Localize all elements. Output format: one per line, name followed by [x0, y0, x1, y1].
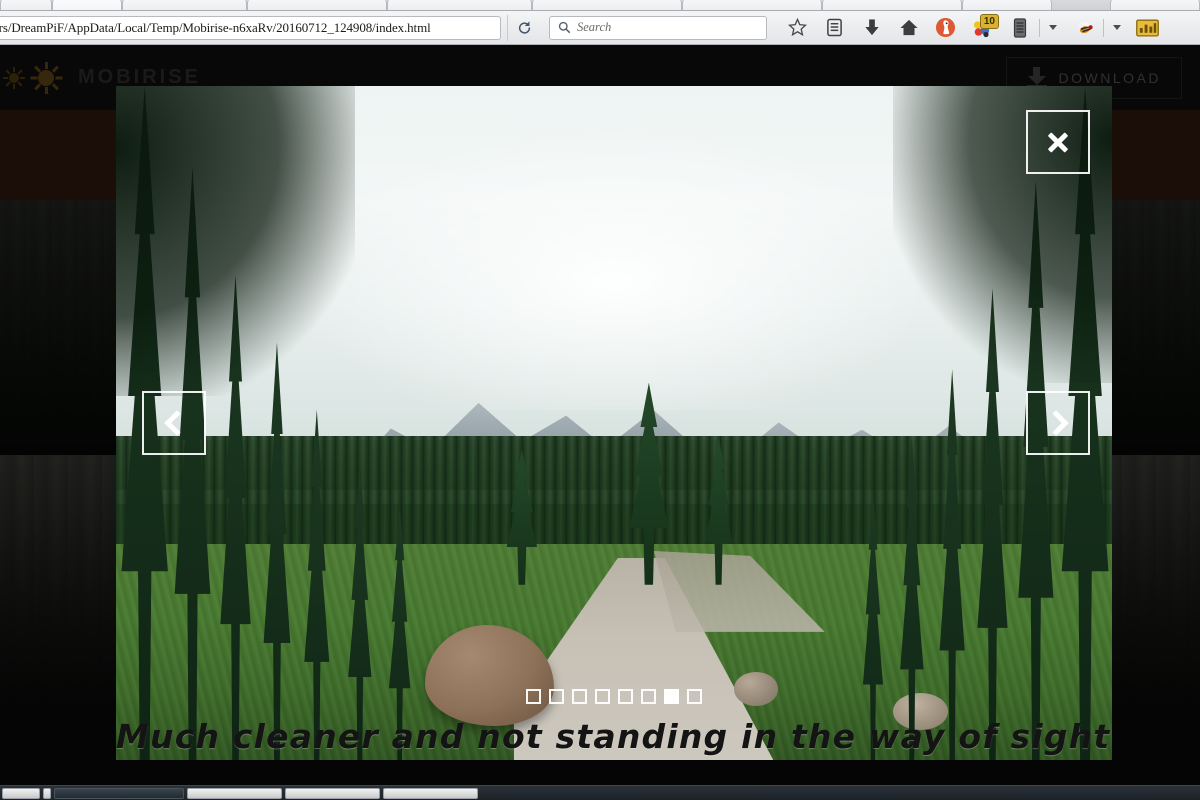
reload-icon — [518, 21, 531, 34]
dropdown-caret-icon[interactable] — [1041, 13, 1065, 43]
lightbox-photo — [116, 86, 1112, 760]
photo-canopy-left — [116, 86, 356, 397]
chevron-down-icon — [1049, 25, 1057, 30]
reload-button[interactable] — [507, 14, 541, 41]
colored-bubbles-icon[interactable]: 10 — [964, 13, 1001, 43]
search-icon — [558, 21, 571, 34]
search-placeholder: Search — [577, 20, 612, 34]
toolbar-divider — [1039, 18, 1040, 37]
address-bar-url: ers/DreamPiF/AppData/Local/Temp/Mobirise… — [0, 19, 431, 35]
taskbar-button-5[interactable] — [285, 787, 380, 799]
browser-tab[interactable] — [532, 0, 682, 10]
pagination-dot[interactable] — [526, 689, 541, 704]
downloads-icon[interactable] — [853, 13, 890, 43]
chart-icon[interactable] — [1129, 13, 1166, 43]
browser-tab[interactable] — [247, 0, 387, 10]
browser-tab[interactable] — [122, 0, 247, 10]
chevron-down-icon — [1113, 25, 1121, 30]
lightbox-pagination[interactable] — [116, 689, 1112, 704]
taskbar-button-6[interactable] — [383, 787, 478, 799]
reader-list-icon[interactable] — [816, 13, 853, 43]
browser-navigation-toolbar: ers/DreamPiF/AppData/Local/Temp/Mobirise… — [0, 11, 1200, 45]
duckduckgo-icon[interactable] — [927, 13, 964, 43]
browser-tab-active[interactable] — [52, 0, 122, 10]
pagination-dot[interactable] — [618, 689, 633, 704]
toolbar-divider — [1103, 18, 1104, 37]
taskbar-button-1[interactable] — [2, 787, 40, 799]
browser-tab-strip[interactable] — [0, 0, 1200, 11]
close-x-icon — [1046, 130, 1070, 154]
home-icon[interactable] — [890, 13, 927, 43]
address-bar[interactable]: ers/DreamPiF/AppData/Local/Temp/Mobirise… — [0, 15, 501, 40]
browser-tab[interactable] — [0, 0, 52, 10]
pagination-dot-active[interactable] — [664, 689, 679, 704]
pagination-dot[interactable] — [595, 689, 610, 704]
browser-tab[interactable] — [962, 0, 1052, 10]
search-input[interactable]: Search — [549, 15, 767, 40]
taskbar-button-4[interactable] — [187, 787, 282, 799]
toolbar-icon-group: 10 — [779, 13, 1166, 43]
lightbox-close-button[interactable] — [1026, 110, 1090, 174]
bookmark-star-icon[interactable] — [779, 13, 816, 43]
lightbox-dialog: Much cleaner and not standing in the way… — [116, 86, 1112, 760]
chevron-right-icon — [1042, 410, 1069, 436]
pagination-dot[interactable] — [549, 689, 564, 704]
browser-tab[interactable] — [822, 0, 962, 10]
os-taskbar[interactable] — [0, 785, 1200, 800]
lightbox-prev-button[interactable] — [142, 391, 206, 455]
notification-badge: 10 — [979, 13, 999, 29]
pagination-dot[interactable] — [572, 689, 587, 704]
lightbox-caption: Much cleaner and not standing in the way… — [116, 717, 1112, 756]
device-icon[interactable] — [1001, 13, 1038, 43]
screen-root: ers/DreamPiF/AppData/Local/Temp/Mobirise… — [0, 0, 1200, 800]
bee-addon-icon[interactable] — [1065, 13, 1102, 43]
taskbar-button-3[interactable] — [54, 787, 184, 799]
browser-tab[interactable] — [387, 0, 532, 10]
chevron-left-icon — [163, 410, 190, 436]
taskbar-button-2[interactable] — [43, 787, 51, 799]
lightbox-next-button[interactable] — [1026, 391, 1090, 455]
dropdown-caret-icon[interactable] — [1105, 13, 1129, 43]
browser-tab[interactable] — [1110, 0, 1200, 10]
browser-tab[interactable] — [682, 0, 822, 10]
pagination-dot[interactable] — [687, 689, 702, 704]
pagination-dot[interactable] — [641, 689, 656, 704]
